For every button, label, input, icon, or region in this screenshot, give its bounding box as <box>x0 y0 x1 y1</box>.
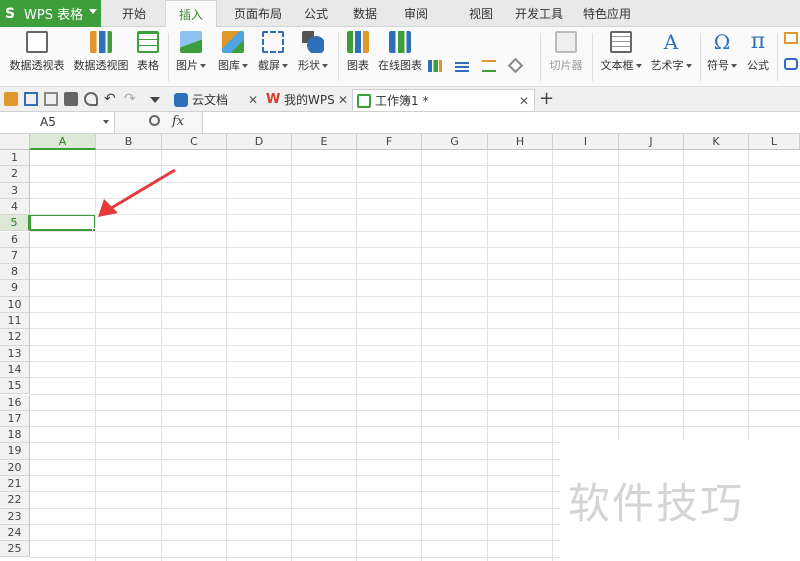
arrow-shaft <box>107 168 176 212</box>
watermark-text: 软件技巧 <box>568 479 745 528</box>
arrow-head <box>98 199 118 217</box>
watermark: 软件技巧 <box>560 440 800 561</box>
